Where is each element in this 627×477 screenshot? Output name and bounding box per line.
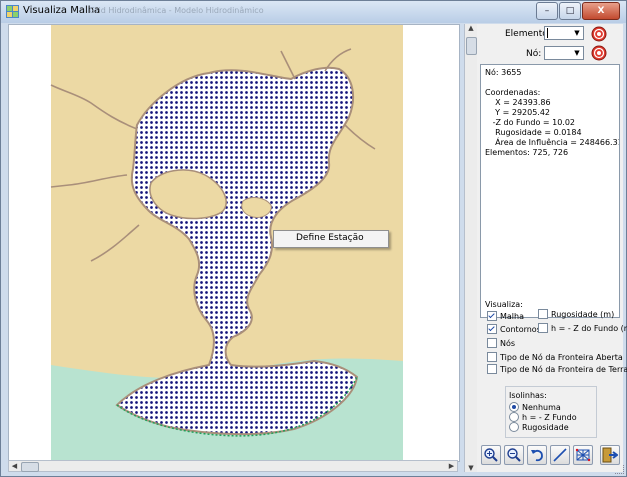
malha-label: Malha [500, 311, 524, 321]
side-panel: Elemento: ▼ Nó: ▼ Nó: 3655 Coordenadas: … [477, 24, 627, 472]
h-fundo-radio-label: h = - Z Fundo [522, 412, 577, 422]
window: Visualiza Malha Grid Hidrodinâmica - Mod… [0, 0, 627, 477]
mesh-map-canvas[interactable] [9, 25, 459, 461]
checkbox-icon[interactable] [538, 309, 548, 319]
nos-label: Nós [500, 338, 516, 348]
scroll-up-icon[interactable]: ▲ [465, 24, 477, 32]
checkbox-checked-icon[interactable] [487, 324, 497, 334]
chevron-down-icon[interactable]: ▼ [572, 48, 582, 58]
checkbox-icon[interactable] [487, 338, 497, 348]
mesh-tool-button[interactable] [573, 445, 593, 465]
zoom-in-icon [484, 448, 498, 462]
no-combo[interactable]: ▼ [544, 46, 584, 60]
zoom-out-icon [507, 448, 521, 462]
minimize-button[interactable]: – [536, 2, 558, 20]
caption-buttons: – □ X [535, 2, 620, 20]
island-small [241, 197, 272, 218]
zoom-in-button[interactable] [481, 445, 501, 465]
undo-zoom-button[interactable] [527, 445, 547, 465]
h-fundo-checkbox[interactable]: h = - Z do Fundo (m) [538, 323, 627, 333]
nenhuma-label: Nenhuma [522, 402, 561, 412]
radio-selected-icon[interactable] [509, 402, 519, 412]
tipo-aberta-checkbox[interactable]: Tipo de Nó da Fronteira Aberta [487, 352, 623, 362]
zoom-out-button[interactable] [504, 445, 524, 465]
exit-door-icon [602, 447, 618, 463]
line-tool-icon [553, 448, 567, 462]
h-fundo-label: h = - Z do Fundo (m) [551, 323, 627, 333]
scroll-down-icon[interactable]: ▼ [465, 464, 477, 472]
tipo-terra-checkbox[interactable]: Tipo de Nó da Fronteira de Terra [487, 364, 627, 374]
radio-icon[interactable] [509, 422, 519, 432]
text-caret [547, 28, 548, 38]
checkbox-icon[interactable] [487, 364, 497, 374]
undo-icon [531, 449, 543, 462]
nos-checkbox[interactable]: Nós [487, 338, 515, 348]
chevron-down-icon[interactable]: ▼ [572, 28, 582, 38]
draw-line-button[interactable] [550, 445, 570, 465]
context-menu[interactable]: Define Estação [273, 230, 389, 248]
title-bar: Visualiza Malha Grid Hidrodinâmica - Mod… [1, 1, 626, 23]
maximize-button[interactable]: □ [559, 2, 581, 20]
malha-checkbox[interactable]: Malha [487, 311, 524, 321]
vertical-scrollbar[interactable]: ▲ ▼ [464, 24, 477, 472]
mesh-map-view[interactable]: Define Estação [8, 24, 460, 462]
close-button[interactable]: X [582, 2, 620, 20]
define-estacao-menu-item[interactable]: Define Estação [296, 233, 364, 243]
scroll-left-icon[interactable]: ◀ [9, 461, 20, 471]
checkbox-checked-icon[interactable] [487, 311, 497, 321]
vertical-scroll-thumb[interactable] [466, 37, 477, 55]
rugosidade-checkbox[interactable]: Rugosidade (m) [538, 309, 614, 319]
horizontal-scroll-thumb[interactable] [21, 462, 39, 472]
rugosidade-radio-label: Rugosidade [522, 422, 569, 432]
elemento-combo[interactable]: ▼ [544, 26, 584, 40]
tipo-terra-label: Tipo de Nó da Fronteira de Terra [500, 364, 627, 374]
radio-icon[interactable] [509, 412, 519, 422]
rugosidade-label: Rugosidade (m) [551, 309, 615, 319]
node-info-text: Nó: 3655 Coordenadas: X = 24393.86 Y = 2… [480, 64, 620, 318]
isolinhas-group-label: Isolinhas: [509, 391, 547, 400]
exit-button[interactable] [600, 445, 620, 465]
contornos-checkbox[interactable]: Contornos [487, 324, 541, 334]
mesh-grid-icon [575, 448, 591, 462]
horizontal-scrollbar[interactable]: ◀ ▶ [8, 460, 458, 472]
rugosidade-radio[interactable]: Rugosidade [509, 422, 569, 432]
visualiza-group-label: Visualiza: [485, 300, 523, 309]
nenhuma-radio[interactable]: Nenhuma [509, 402, 561, 412]
window-title-ghost: Grid Hidrodinâmica - Modelo Hidrodinâmic… [89, 6, 264, 15]
checkbox-icon[interactable] [487, 352, 497, 362]
resize-grip-icon[interactable] [615, 465, 624, 474]
tipo-aberta-label: Tipo de Nó da Fronteira Aberta [500, 352, 623, 362]
no-target-icon[interactable] [591, 45, 607, 61]
app-icon [6, 5, 19, 18]
h-fundo-radio[interactable]: h = - Z Fundo [509, 412, 577, 422]
scroll-right-icon[interactable]: ▶ [446, 461, 457, 471]
elemento-target-icon[interactable] [591, 26, 607, 42]
contornos-label: Contornos [500, 324, 541, 334]
no-label: Nó: [526, 49, 542, 59]
checkbox-icon[interactable] [538, 323, 548, 333]
